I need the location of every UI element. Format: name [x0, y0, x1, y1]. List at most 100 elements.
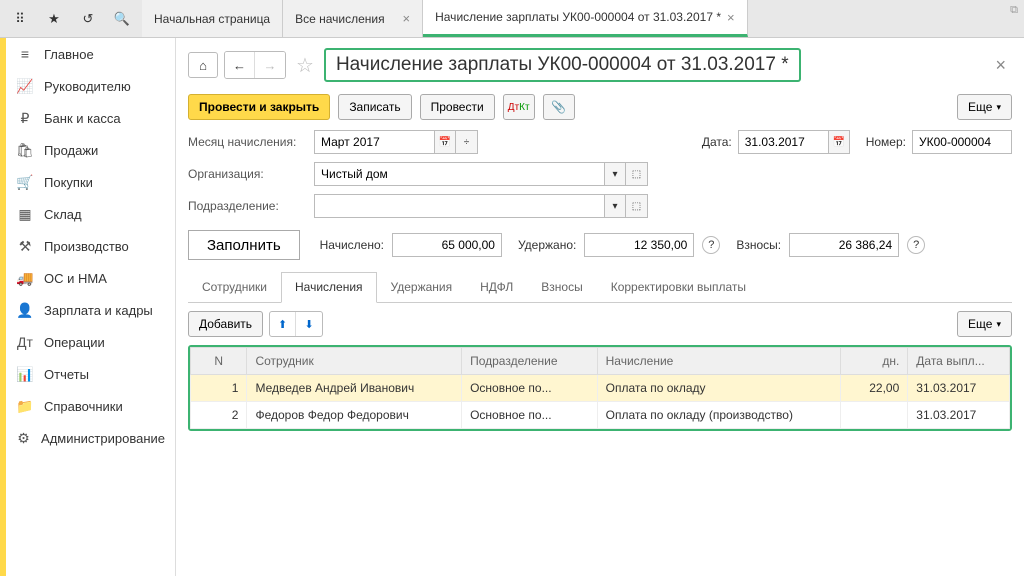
close-icon[interactable]: ×: [727, 10, 735, 25]
month-input[interactable]: [314, 130, 434, 154]
popout-icon[interactable]: ⧉: [1010, 4, 1018, 17]
add-button[interactable]: Добавить: [188, 311, 263, 337]
tab-Сотрудники[interactable]: Сотрудники: [188, 272, 281, 302]
move-up-icon[interactable]: ⬆: [270, 312, 296, 336]
help-icon[interactable]: ?: [702, 236, 720, 254]
sidebar-item[interactable]: 📈 Руководителю: [6, 70, 175, 102]
section-icon: 📈: [16, 77, 34, 95]
dtkt-icon[interactable]: ДтКт: [503, 94, 535, 120]
post-and-close-button[interactable]: Провести и закрыть: [188, 94, 330, 120]
fill-button[interactable]: Заполнить: [188, 230, 300, 260]
close-icon[interactable]: ×: [403, 11, 411, 26]
number-label: Номер:: [866, 135, 906, 149]
month-label: Месяц начисления:: [188, 135, 308, 149]
calendar-icon[interactable]: 📅: [828, 130, 850, 154]
tab-Начисления[interactable]: Начисления: [281, 272, 377, 303]
close-icon[interactable]: ×: [989, 55, 1012, 76]
back-button[interactable]: ←: [225, 52, 255, 78]
section-icon: 🛒: [16, 173, 34, 191]
forward-button[interactable]: →: [255, 52, 285, 78]
col-days[interactable]: дн.: [840, 348, 908, 375]
sidebar-item[interactable]: ⚙ Администрирование: [6, 422, 175, 454]
section-icon: 👤: [16, 301, 34, 319]
open-icon[interactable]: ⬚: [626, 194, 648, 218]
tab-Взносы[interactable]: Взносы: [527, 272, 596, 302]
data-table: N Сотрудник Подразделение Начисление дн.…: [188, 345, 1012, 431]
search-icon[interactable]: 🔍: [106, 4, 138, 34]
section-icon: ₽: [16, 109, 34, 127]
col-date[interactable]: Дата выпл...: [908, 348, 1010, 375]
tab-Корректировки выплаты[interactable]: Корректировки выплаты: [597, 272, 760, 302]
tab-Удержания[interactable]: Удержания: [377, 272, 467, 302]
col-n[interactable]: N: [191, 348, 247, 375]
sidebar-label: Операции: [44, 335, 105, 350]
calendar-icon[interactable]: 📅: [434, 130, 456, 154]
date-input[interactable]: [738, 130, 828, 154]
document-title: Начисление зарплаты УК00-000004 от 31.03…: [324, 48, 801, 82]
org-label: Организация:: [188, 167, 308, 181]
top-bar: ⠿ ★ ↺ 🔍 Начальная страницаВсе начисления…: [0, 0, 1024, 38]
accrued-input[interactable]: [392, 233, 502, 257]
number-input[interactable]: [912, 130, 1012, 154]
contrib-input[interactable]: [789, 233, 899, 257]
sidebar-item[interactable]: 🚚 ОС и НМА: [6, 262, 175, 294]
section-icon: 🛍: [16, 141, 34, 159]
window-tab[interactable]: Начальная страница: [142, 0, 283, 37]
sidebar-item[interactable]: 🛍 Продажи: [6, 134, 175, 166]
sidebar-item[interactable]: ≡Главное: [6, 38, 175, 70]
section-icon: ▦: [16, 205, 34, 223]
col-department[interactable]: Подразделение: [462, 348, 598, 375]
window-tab[interactable]: Все начисления×: [283, 0, 423, 37]
col-accrual[interactable]: Начисление: [597, 348, 840, 375]
apps-icon[interactable]: ⠿: [4, 4, 36, 34]
sidebar-label: Банк и касса: [44, 111, 121, 126]
sidebar-item[interactable]: 📁Справочники: [6, 390, 175, 422]
sidebar-label: Отчеты: [44, 367, 89, 382]
table-row[interactable]: 1Медведев Андрей ИвановичОсновное по...О…: [191, 375, 1010, 402]
favorite-icon[interactable]: ☆: [292, 53, 318, 78]
tab-НДФЛ[interactable]: НДФЛ: [466, 272, 527, 302]
sidebar-item[interactable]: ▦Склад: [6, 198, 175, 230]
sidebar-label: Справочники: [44, 399, 123, 414]
history-icon[interactable]: ↺: [72, 4, 104, 34]
sidebar-item[interactable]: Дт Операции: [6, 326, 175, 358]
save-button[interactable]: Записать: [338, 94, 411, 120]
col-employee[interactable]: Сотрудник: [247, 348, 462, 375]
withheld-input[interactable]: [584, 233, 694, 257]
dropdown-icon[interactable]: ▾: [604, 194, 626, 218]
inner-tabs: СотрудникиНачисленияУдержанияНДФЛВзносыК…: [188, 272, 1012, 303]
post-button[interactable]: Провести: [420, 94, 495, 120]
sidebar-item[interactable]: 📊Отчеты: [6, 358, 175, 390]
section-icon: ⚙: [16, 429, 31, 447]
sidebar-item[interactable]: 👤 Зарплата и кадры: [6, 294, 175, 326]
sidebar-label: Производство: [44, 239, 129, 254]
withheld-label: Удержано:: [518, 238, 576, 252]
dropdown-icon[interactable]: ▾: [604, 162, 626, 186]
sidebar-label: ОС и НМА: [44, 271, 107, 286]
attach-icon[interactable]: 📎: [543, 94, 575, 120]
dep-input[interactable]: [314, 194, 604, 218]
sidebar-label: Зарплата и кадры: [44, 303, 153, 318]
window-tab[interactable]: Начисление зарплаты УК00-000004 от 31.03…: [423, 0, 748, 37]
contrib-label: Взносы:: [736, 238, 781, 252]
sidebar-item[interactable]: ₽ Банк и касса: [6, 102, 175, 134]
more-button[interactable]: Еще: [957, 311, 1012, 337]
section-icon: Дт: [16, 333, 34, 351]
home-button[interactable]: ⌂: [188, 52, 218, 78]
sidebar-item[interactable]: ⚒Производство: [6, 230, 175, 262]
table-row[interactable]: 2Федоров Федор ФедоровичОсновное по...Оп…: [191, 402, 1010, 429]
stepper-icon[interactable]: ÷: [456, 130, 478, 154]
sidebar-label: Продажи: [44, 143, 98, 158]
section-icon: 🚚: [16, 269, 34, 287]
help-icon[interactable]: ?: [907, 236, 925, 254]
main-panel: ⌂ ← → ☆ Начисление зарплаты УК00-000004 …: [176, 38, 1024, 576]
org-input[interactable]: [314, 162, 604, 186]
sidebar-label: Администрирование: [41, 431, 165, 446]
open-icon[interactable]: ⬚: [626, 162, 648, 186]
section-icon: ≡: [16, 45, 34, 63]
sidebar-label: Руководителю: [44, 79, 131, 94]
more-button[interactable]: Еще: [957, 94, 1012, 120]
sidebar-item[interactable]: 🛒Покупки: [6, 166, 175, 198]
move-down-icon[interactable]: ⬇: [296, 312, 322, 336]
star-icon[interactable]: ★: [38, 4, 70, 34]
